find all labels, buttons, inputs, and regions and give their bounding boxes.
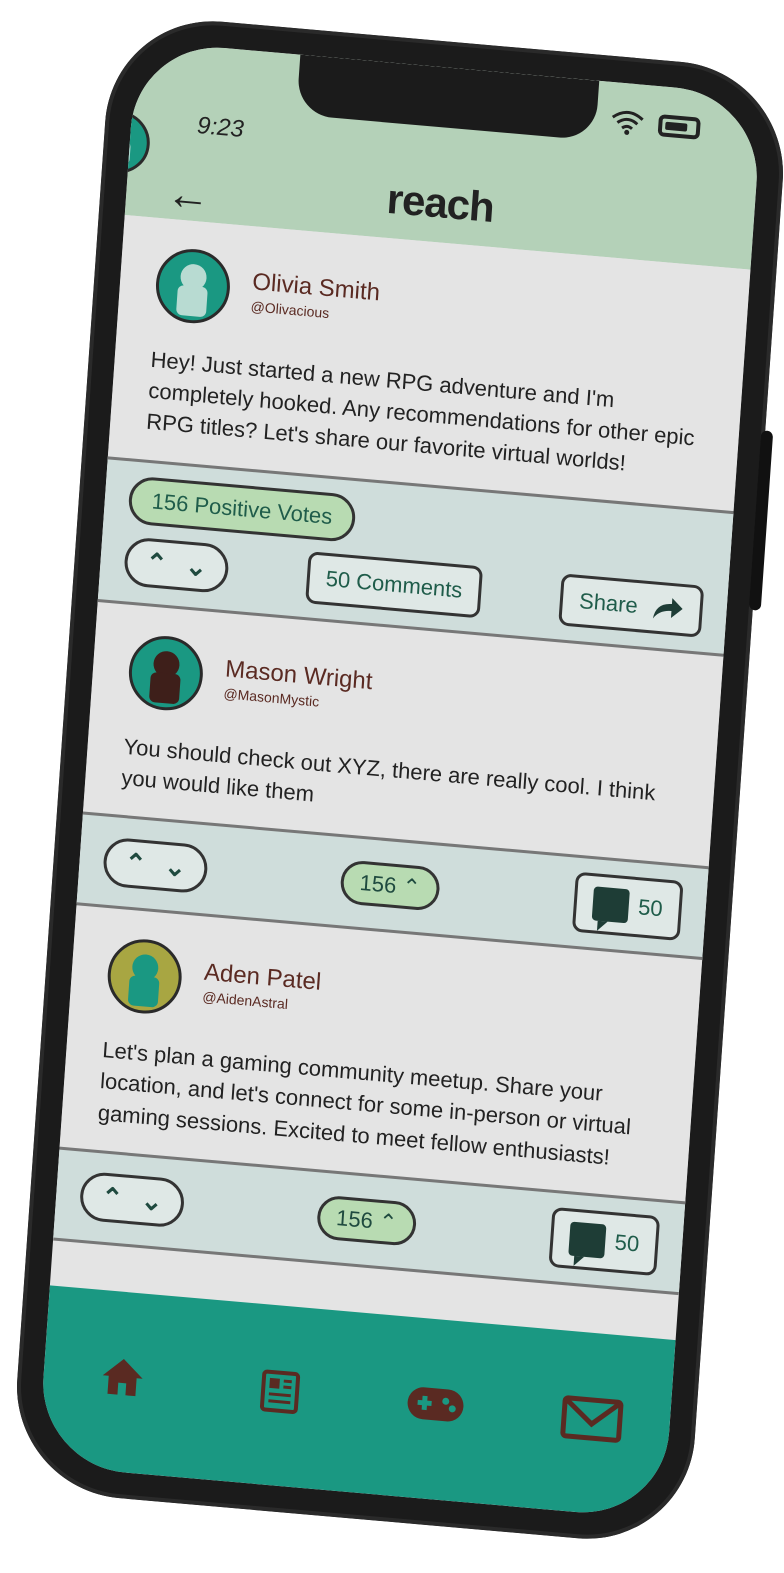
home-icon [102, 1359, 143, 1397]
avatar-body [127, 975, 160, 1008]
vote-count: 156 ⌃ [339, 859, 442, 912]
post-text: Hey! Just started a new RPG adventure an… [145, 346, 696, 476]
post-header: Aden Patel @AidenAstral [105, 936, 664, 1058]
avatar[interactable] [153, 246, 233, 327]
vote-buttons: ⌃ ⌄ [101, 836, 209, 895]
back-arrow-icon[interactable]: ← [165, 169, 212, 222]
comment-bubble-icon [567, 1221, 606, 1259]
status-icons [610, 108, 701, 142]
share-arrow-icon [652, 597, 683, 619]
share-button[interactable]: Share [558, 573, 705, 638]
status-time: 9:23 [196, 111, 245, 143]
feed: Olivia Smith @Olivacious Hey! Just start… [53, 214, 751, 1296]
mail-icon [559, 1395, 623, 1443]
chevron-up-icon: ⌃ [401, 873, 422, 901]
comments-button[interactable]: 50 Comments [305, 550, 484, 619]
home-tab[interactable] [85, 1339, 160, 1415]
upvote-icon[interactable]: ⌃ [144, 547, 169, 580]
downvote-icon[interactable]: ⌄ [184, 551, 208, 584]
post-author: Olivia Smith @Olivacious [250, 268, 381, 325]
battery-icon [657, 114, 701, 140]
post-card: Aden Patel @AidenAstral Let's plan a gam… [53, 905, 703, 1296]
comments-button[interactable]: 50 [547, 1206, 661, 1277]
avatar-body [175, 284, 208, 318]
post-card: Mason Wright @MasonMystic You should che… [76, 601, 724, 961]
chevron-up-icon: ⌃ [377, 1208, 399, 1236]
stage: 9:23 ← reach Olivia Smith @Olivacious He… [0, 0, 784, 1573]
games-tab[interactable] [398, 1366, 473, 1442]
post-header: Mason Wright @MasonMystic [126, 632, 685, 755]
vote-buttons: ⌃ ⌄ [78, 1171, 186, 1229]
upvote-icon[interactable]: ⌃ [100, 1182, 124, 1215]
profile-avatar[interactable] [85, 108, 152, 176]
vote-count-value: 156 [358, 870, 398, 899]
phone-frame: 9:23 ← reach Olivia Smith @Olivacious He… [9, 12, 784, 1548]
avatar[interactable] [105, 936, 185, 1017]
comment-bubble-icon [591, 886, 630, 924]
side-button [748, 430, 774, 611]
vote-count: 156 ⌃ [315, 1194, 418, 1247]
downvote-icon[interactable]: ⌄ [140, 1185, 164, 1218]
share-label: Share [578, 587, 639, 618]
actions-row: ⌃ ⌄ 156 ⌃ 50 [78, 1166, 661, 1277]
news-tab[interactable] [241, 1353, 316, 1429]
gamepad-icon [407, 1387, 463, 1422]
comments-button[interactable]: 50 [571, 871, 684, 942]
bottom-nav [37, 1285, 676, 1520]
comment-count: 50 [637, 894, 664, 922]
avatar-head [108, 121, 131, 144]
vote-buttons: ⌃ ⌄ [122, 536, 230, 595]
news-icon [259, 1369, 300, 1414]
wifi-icon [611, 110, 644, 135]
avatar-body [148, 671, 181, 705]
post-author: Aden Patel @AidenAstral [202, 959, 322, 1015]
comment-count: 50 [613, 1229, 641, 1257]
screen: 9:23 ← reach Olivia Smith @Olivacious He… [37, 40, 763, 1520]
messages-tab[interactable] [554, 1380, 629, 1456]
avatar-body [105, 139, 131, 166]
post-card: Olivia Smith @Olivacious Hey! Just start… [97, 214, 751, 657]
upvote-icon[interactable]: ⌃ [123, 847, 148, 880]
post-header: Olivia Smith @Olivacious [153, 246, 712, 368]
post-author: Mason Wright @MasonMystic [223, 655, 373, 714]
vote-count-value: 156 [335, 1204, 374, 1234]
downvote-icon[interactable]: ⌄ [163, 850, 187, 883]
post-text: Let's plan a gaming community meetup. Sh… [97, 1037, 632, 1170]
avatar[interactable] [126, 632, 206, 714]
votes-badge: 156 Positive Votes [127, 475, 357, 543]
app-logo: reach [385, 174, 496, 232]
